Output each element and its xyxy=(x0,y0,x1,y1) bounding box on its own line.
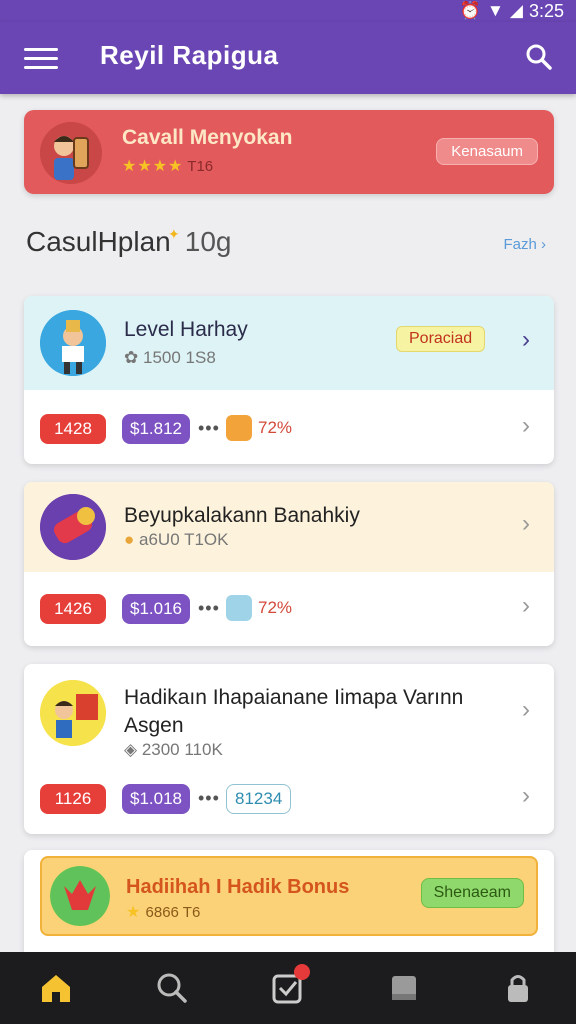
lock-icon[interactable] xyxy=(500,970,536,1006)
star-icon: ★ xyxy=(126,904,142,921)
card-title: Level Harhay xyxy=(124,318,248,341)
app-title: Reyil Rapigua xyxy=(100,40,279,70)
stat-percent: 72% xyxy=(258,598,293,617)
status-time: 3:25 xyxy=(528,0,564,21)
more-dots: ••• xyxy=(198,418,220,438)
bonus-action-button[interactable]: Shenaeam xyxy=(420,878,524,908)
card-subtitle-text: a6U0 T1OK xyxy=(139,530,229,549)
stat-percent: 72% xyxy=(258,418,293,437)
card-avatar xyxy=(40,494,106,560)
home-icon[interactable] xyxy=(38,970,74,1006)
featured-banner[interactable]: Cavall Menyokan ★★★★ T16 Kenasaum xyxy=(24,110,554,194)
featured-avatar xyxy=(40,122,102,184)
search-nav-icon[interactable] xyxy=(154,970,190,1006)
card-stats: 1126 $1.018 ••• 81234 xyxy=(40,784,540,814)
section-title: CasulHplan 10g xyxy=(26,226,231,258)
list-card[interactable]: Hadikaın Ihapaianane Iimapa Varınn Asgen… xyxy=(24,664,554,834)
see-all-label: Fazh xyxy=(503,236,537,253)
more-dots: ••• xyxy=(198,788,220,808)
search-icon[interactable] xyxy=(524,42,554,72)
card-stats: 1428 $1.812 ••• 72% xyxy=(40,414,540,444)
chevron-right-icon[interactable]: › xyxy=(522,412,530,440)
menu-icon[interactable] xyxy=(22,42,60,74)
bonus-avatar xyxy=(50,866,110,926)
card-stats: 1426 $1.016 ••• 72% xyxy=(40,594,540,624)
star-icon: ✿ xyxy=(124,348,139,367)
see-all-link[interactable]: Fazh › xyxy=(503,236,546,253)
card-subtitle-text: 2300 110K xyxy=(141,740,223,759)
card-subtitle-text: 1500 1S8 xyxy=(142,348,216,367)
more-dots: ••• xyxy=(198,598,220,618)
card-subtitle: ◈ 2300 110K xyxy=(124,740,223,760)
chevron-right-icon[interactable]: › xyxy=(522,592,530,620)
coin-icon xyxy=(226,415,252,441)
status-bar: ⏰ ▼ ◢ 3:25 xyxy=(0,0,576,22)
box-icon xyxy=(226,595,252,621)
coin-icon: ● xyxy=(124,530,135,549)
section-title-text: CasulHplan xyxy=(26,226,171,257)
featured-rating: ★★★★ T16 xyxy=(122,156,213,176)
signal-icon: ◢ xyxy=(509,1,523,20)
card-tag: Poraciad xyxy=(396,326,486,352)
bonus-title: Hadiihah I Hadik Bonus xyxy=(126,876,350,898)
stat-outline-pill: 81234 xyxy=(226,784,292,814)
card-header: Level Harhay ✿ 1500 1S8 Poraciad › xyxy=(24,296,554,390)
bonus-rating-value: 6866 T6 xyxy=(145,904,201,921)
wifi-icon: ▼ xyxy=(487,1,504,20)
chevron-right-icon[interactable]: › xyxy=(522,326,530,354)
stat-red-pill: 1126 xyxy=(40,784,106,814)
featured-title: Cavall Menyokan xyxy=(122,126,293,149)
featured-action-button[interactable]: Kenasaum xyxy=(436,138,538,165)
gem-icon: ◈ xyxy=(124,740,138,759)
star-rating-icon: ★★★★ xyxy=(122,158,184,175)
chevron-right-icon[interactable]: › xyxy=(522,782,530,810)
card-title: Beyupkalakann Banahkiy xyxy=(124,504,360,527)
featured-rating-value: T16 xyxy=(187,158,214,175)
card-avatar xyxy=(40,680,106,746)
tasks-icon[interactable] xyxy=(270,964,310,1006)
card-subtitle: ● a6U0 T1OK xyxy=(124,530,228,550)
chevron-right-icon[interactable]: › xyxy=(522,510,530,538)
chevron-right-icon: › xyxy=(541,236,546,253)
app-bar: Reyil Rapigua xyxy=(0,22,576,94)
card-subtitle: ✿ 1500 1S8 xyxy=(124,348,216,368)
stat-purple-pill: $1.812 xyxy=(122,414,190,444)
bonus-rating: ★ 6866 T6 xyxy=(126,902,200,922)
stat-red-pill: 1426 xyxy=(40,594,106,624)
sparkle-icon: ✦ xyxy=(168,226,180,242)
section-count: 10g xyxy=(184,226,232,257)
list-card[interactable]: Level Harhay ✿ 1500 1S8 Poraciad › 1428 … xyxy=(24,296,554,464)
card-title: Hadikaın Ihapaianane Iimapa Varınn Asgen xyxy=(124,686,464,737)
stat-red-pill: 1428 xyxy=(40,414,106,444)
list-card[interactable]: Beyupkalakann Banahkiy ● a6U0 T1OK › 142… xyxy=(24,482,554,646)
notification-badge xyxy=(294,964,310,980)
library-icon[interactable] xyxy=(386,970,422,1006)
chevron-right-icon[interactable]: › xyxy=(522,696,530,724)
card-header: Beyupkalakann Banahkiy ● a6U0 T1OK › xyxy=(24,482,554,572)
status-icons: ⏰ ▼ ◢ 3:25 xyxy=(460,0,564,22)
bottom-nav xyxy=(0,952,576,1024)
bonus-banner: Hadiihah I Hadik Bonus ★ 6866 T6 Shenaea… xyxy=(40,856,538,936)
alarm-icon: ⏰ xyxy=(459,1,482,20)
stat-purple-pill: $1.016 xyxy=(122,594,190,624)
card-avatar xyxy=(40,310,106,376)
stat-purple-pill: $1.018 xyxy=(122,784,190,814)
